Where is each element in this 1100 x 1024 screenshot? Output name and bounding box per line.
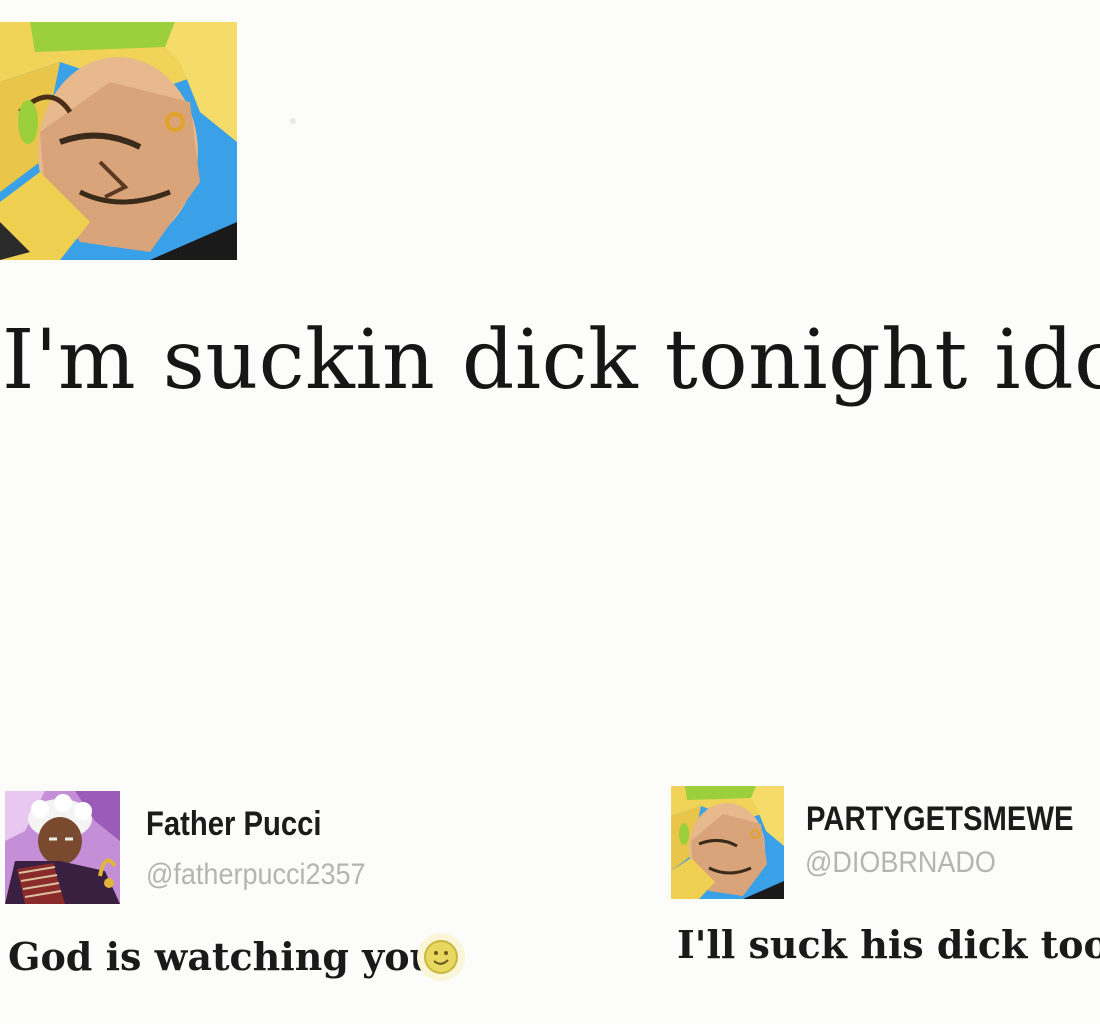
post-text: I'm suckin dick tonight idc	[2, 313, 1100, 408]
background-speck	[290, 118, 296, 124]
reply-author-avatar[interactable]	[5, 791, 120, 904]
reply-display-name[interactable]: Father Pucci	[146, 805, 322, 844]
post-author-avatar[interactable]	[0, 22, 237, 260]
dio-portrait-icon	[671, 786, 784, 899]
pucci-portrait-icon	[5, 791, 120, 904]
dio-portrait-icon	[0, 22, 237, 260]
smiling-face-emoji-icon	[416, 932, 466, 982]
reply-text: I'll suck his dick too	[677, 922, 1100, 967]
reply-author-avatar[interactable]	[671, 786, 784, 899]
reply-handle[interactable]: @fatherpucci2357	[146, 858, 366, 892]
reply-handle[interactable]: @DIOBRNADO	[805, 846, 996, 880]
reply-display-name[interactable]: PARTYGETSMEWE	[806, 800, 1074, 839]
reply-text: God is watching you	[8, 934, 438, 979]
